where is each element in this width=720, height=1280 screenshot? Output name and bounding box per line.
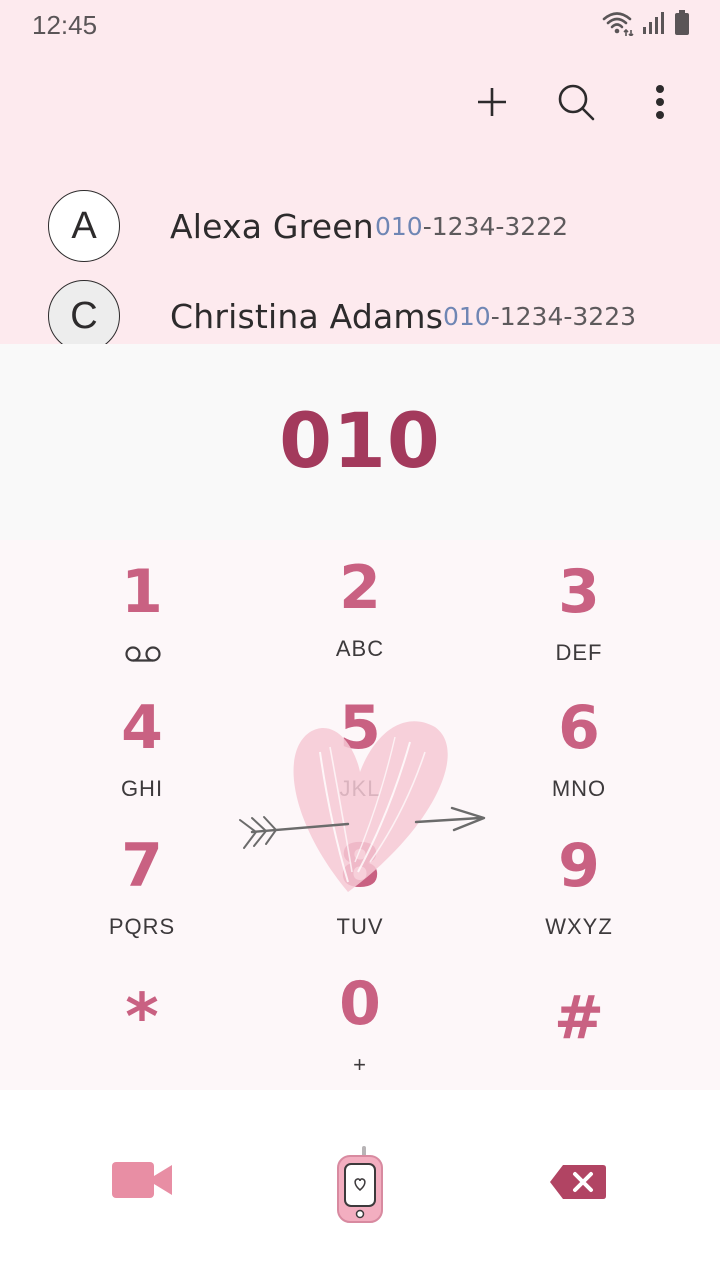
key-digit: 3 [558, 557, 600, 627]
contact-number: 010-1234-3222 [375, 212, 568, 241]
key-digit: 2 [339, 553, 381, 623]
contact-number: 010-1234-3223 [443, 302, 636, 331]
dial-display: 010 [0, 344, 720, 540]
add-contact-icon [476, 86, 508, 123]
entered-number[interactable]: 010 [0, 396, 720, 485]
call-button-phone-icon [334, 1144, 386, 1231]
contact-name: Alexa Green [170, 206, 374, 246]
wifi-icon [602, 10, 634, 41]
call-button[interactable] [320, 1142, 400, 1232]
number-match-highlight: 010 [443, 301, 491, 331]
key-letters: ABC [335, 636, 385, 661]
key-letters: + [353, 1052, 367, 1077]
key-letters: WXYZ [545, 914, 613, 939]
add-contact-button[interactable] [472, 80, 512, 128]
key-star[interactable]: * [42, 978, 242, 1104]
key-digit: # [553, 983, 605, 1053]
number-rest: -1234-3222 [422, 211, 569, 241]
signal-icon [642, 11, 666, 40]
battery-icon [674, 9, 690, 41]
key-0[interactable]: 0 + [260, 964, 460, 1090]
key-digit: 5 [339, 693, 381, 763]
avatar: A [48, 190, 120, 262]
key-3[interactable]: 3 DEF [479, 552, 679, 678]
key-5[interactable]: 5 JKL [260, 688, 460, 814]
voicemail-icon [124, 644, 162, 664]
contact-search-panel: 12:45 A Alexa Green 010-1234-3222 C Chri… [0, 0, 720, 352]
backspace-button[interactable] [540, 1152, 616, 1216]
more-options-icon [655, 84, 665, 125]
key-digit: * [125, 981, 159, 1055]
search-icon [556, 82, 596, 127]
bottom-action-bar [0, 1090, 720, 1280]
key-7[interactable]: 7 PQRS [42, 826, 242, 952]
key-hash[interactable]: # [479, 978, 679, 1104]
key-letters: GHI [120, 776, 164, 801]
key-6[interactable]: 6 MNO [479, 688, 679, 814]
more-options-button[interactable] [640, 80, 680, 128]
status-time: 12:45 [32, 10, 98, 40]
backspace-icon [549, 1164, 607, 1205]
key-4[interactable]: 4 GHI [42, 688, 242, 814]
search-button[interactable] [556, 80, 596, 128]
key-digit: 7 [121, 831, 163, 901]
contact-name: Christina Adams [170, 296, 444, 336]
key-letters: PQRS [108, 914, 176, 939]
key-letters: DEF [555, 640, 603, 665]
status-icons [602, 9, 690, 41]
key-2[interactable]: 2 ABC [260, 548, 460, 674]
key-letters: JKL [339, 776, 381, 801]
key-1[interactable]: 1 [42, 552, 242, 678]
key-digit: 9 [558, 831, 600, 901]
key-9[interactable]: 9 WXYZ [479, 826, 679, 952]
key-digit: 8 [339, 831, 381, 901]
status-bar: 12:45 [0, 0, 720, 50]
key-digit: 1 [121, 557, 163, 627]
toolbar [472, 80, 680, 128]
key-digit: 0 [339, 969, 381, 1039]
key-letters: MNO [551, 776, 607, 801]
avatar: C [48, 280, 120, 352]
key-digit: 4 [121, 693, 163, 763]
number-rest: -1234-3223 [490, 301, 637, 331]
number-match-highlight: 010 [375, 211, 423, 241]
key-8[interactable]: 8 TUV [260, 826, 460, 952]
dial-keypad: 1 2 ABC 3 DEF 4 GHI 5 JKL 6 MNO 7 PQRS 8… [0, 540, 720, 1090]
key-digit: 6 [558, 693, 600, 763]
contact-suggestion-row[interactable]: A Alexa Green 010-1234-3222 [0, 184, 720, 268]
video-call-button[interactable] [100, 1150, 184, 1214]
key-letters: TUV [336, 914, 384, 939]
video-call-icon [111, 1160, 173, 1205]
